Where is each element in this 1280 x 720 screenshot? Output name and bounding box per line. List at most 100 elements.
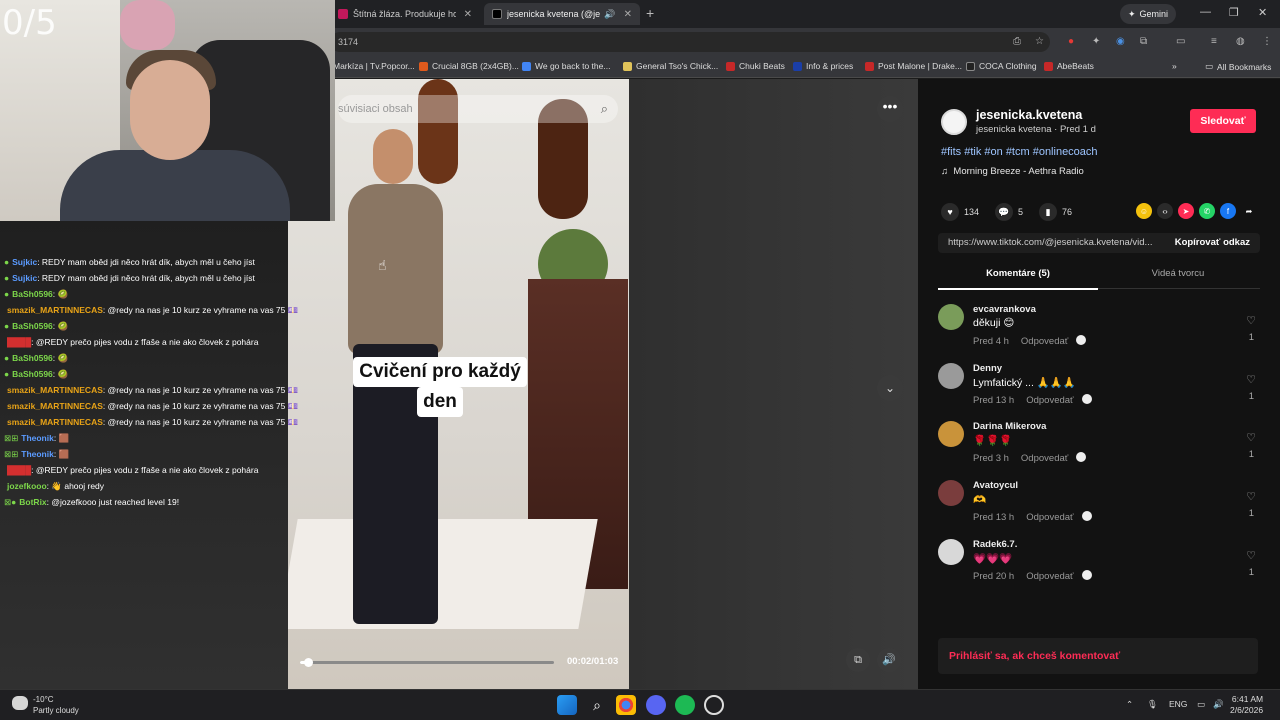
bookmark-item[interactable]: Chuki Beats (726, 61, 785, 71)
chrome-icon[interactable] (616, 695, 636, 715)
bookmark-item[interactable]: We go back to the... (522, 61, 610, 71)
restore-button[interactable]: ❐ (1229, 6, 1239, 19)
reply-button[interactable]: Odpovedať (1026, 571, 1073, 582)
start-windows-icon[interactable] (557, 695, 577, 715)
weather-widget[interactable]: -10°C Partly cloudy (12, 694, 79, 716)
copy-link-button[interactable]: Kopírovať odkaz (1175, 237, 1250, 248)
extensions-puzzle-icon[interactable]: ⧉ (1140, 36, 1147, 47)
commenter-name[interactable]: Avatoycul (973, 480, 1018, 491)
login-to-comment-button[interactable]: Prihlásiť sa, ak chceš komentovať (938, 638, 1258, 674)
reply-button[interactable]: Odpovedať (1021, 453, 1068, 464)
comment-like-icon[interactable]: ♡ (1246, 490, 1256, 503)
chat-username[interactable]: Sujkic (12, 273, 37, 283)
commenter-avatar[interactable] (938, 480, 964, 506)
bookmark-item[interactable]: Post Malone | Drake... (865, 61, 962, 71)
speaker-icon[interactable]: 🔊 (604, 9, 615, 20)
commenter-name[interactable]: Denny (973, 363, 1002, 374)
next-video-button[interactable]: ⌄ (877, 375, 903, 401)
gemini-button[interactable]: ✦ Gemini (1120, 4, 1177, 24)
chat-username[interactable]: BaSh0596 (12, 353, 53, 363)
whatsapp-icon[interactable]: ✆ (1199, 203, 1215, 219)
reply-button[interactable]: Odpovedať (1026, 395, 1073, 406)
microphone-icon[interactable]: 🎙 (1147, 699, 1158, 710)
floating-player-button[interactable]: ⧉ (846, 648, 870, 672)
video-progress-bar[interactable] (300, 658, 554, 667)
facebook-icon[interactable]: f (1220, 203, 1236, 219)
chat-username[interactable]: BaSh0596 (12, 321, 53, 331)
commenter-avatar[interactable] (938, 421, 964, 447)
creator-username[interactable]: jesenicka.kvetena (976, 108, 1082, 122)
spotify-icon[interactable] (675, 695, 695, 715)
menu-kebab-icon[interactable]: ⋮ (1262, 36, 1272, 47)
like-button[interactable]: ♥ 134 (941, 203, 979, 221)
comment-like-icon[interactable]: ♡ (1246, 549, 1256, 562)
progress-handle[interactable] (303, 658, 313, 667)
commenter-avatar[interactable] (938, 363, 964, 389)
bookmark-item[interactable]: Markíza | Tv.Popcor... (333, 61, 415, 71)
search-icon[interactable]: ⌕ (601, 101, 608, 117)
chat-username[interactable]: BaSh0596 (12, 369, 53, 379)
discord-icon[interactable] (646, 695, 666, 715)
chat-username[interactable]: Theonik (21, 449, 54, 459)
minimize-button[interactable]: — (1200, 6, 1211, 18)
chat-username[interactable]: Sujkic (12, 257, 37, 267)
chat-username[interactable]: BotRix (19, 497, 46, 507)
chat-username[interactable]: BaSh0596 (12, 289, 53, 299)
reply-button[interactable]: Odpovedať (1021, 336, 1068, 347)
extension-icon[interactable]: ● (1068, 36, 1074, 47)
commenter-avatar[interactable] (938, 539, 964, 565)
chat-username[interactable]: smazik_MARTINNECAS (7, 417, 103, 427)
star-bookmark-icon[interactable]: ☆ (1035, 36, 1044, 47)
tab-search-icon[interactable]: ≡ (1211, 36, 1217, 47)
close-tab-icon[interactable]: ✕ (624, 9, 632, 20)
extension-icon[interactable]: ◉ (1116, 36, 1125, 47)
follow-button[interactable]: Sledovať (1190, 109, 1256, 133)
chat-username[interactable]: Theonik (21, 433, 54, 443)
browser-tab-thyroid[interactable]: Štítná žláza. Produkuje horm ✕ (330, 3, 480, 25)
friends-share-icon[interactable]: ☺ (1136, 203, 1152, 219)
creator-avatar[interactable] (941, 109, 967, 135)
related-search-input[interactable]: súvisiaci obsah ⌕ (338, 95, 618, 123)
commenter-name[interactable]: Darina Mikerova (973, 421, 1046, 432)
sidebar-icon[interactable]: ▭ (1176, 36, 1185, 47)
reply-button[interactable]: Odpovedať (1026, 512, 1073, 523)
bookmark-item[interactable]: Info & prices (793, 61, 853, 71)
volume-button[interactable]: 🔊 (877, 648, 901, 672)
bookmarks-overflow-icon[interactable]: » (1172, 61, 1177, 71)
music-track[interactable]: ♫ Morning Breeze - Aethra Radio (941, 166, 1084, 177)
chat-username[interactable]: smazik_MARTINNECAS (7, 385, 103, 395)
new-tab-button[interactable]: + (646, 5, 654, 21)
tab-comments[interactable]: Komentáre (5) (938, 268, 1098, 290)
search-icon[interactable]: ⌕ (587, 695, 607, 715)
chat-username[interactable]: smazik_MARTINNECAS (7, 401, 103, 411)
send-icon[interactable]: ➤ (1178, 203, 1194, 219)
tab-creator-videos[interactable]: Videá tvorcu (1098, 268, 1258, 279)
hashtags[interactable]: #fits #tik #on #tcm #onlinecoach (941, 146, 1098, 158)
tray-overflow-icon[interactable]: ⌃ (1126, 699, 1133, 710)
close-tab-icon[interactable]: ✕ (464, 9, 472, 20)
comment-like-icon[interactable]: ♡ (1246, 314, 1256, 327)
save-button[interactable]: ▮ 76 (1039, 203, 1072, 221)
bookmark-item[interactable]: General Tso's Chick... (623, 61, 718, 71)
bookmark-item[interactable]: Crucial 8GB (2x4GB)... (419, 61, 519, 71)
comment-button[interactable]: 💬 5 (995, 203, 1023, 221)
install-app-icon[interactable]: ⎙ (1013, 36, 1021, 47)
all-bookmarks-button[interactable]: ▭ All Bookmarks (1205, 61, 1271, 72)
comment-like-icon[interactable]: ♡ (1246, 373, 1256, 386)
network-icon[interactable]: ▭ (1197, 699, 1205, 710)
commenter-name[interactable]: Radek6.7. (973, 539, 1017, 550)
chat-username[interactable]: smazik_MARTINNECAS (7, 305, 103, 315)
volume-icon[interactable]: 🔊 (1213, 699, 1224, 710)
close-window-button[interactable]: ✕ (1258, 6, 1267, 19)
bookmark-item[interactable]: AbeBeats (1044, 61, 1094, 71)
bookmark-item[interactable]: COCA Clothing (966, 61, 1037, 71)
obs-icon[interactable] (704, 695, 724, 715)
embed-icon[interactable]: ‹› (1157, 203, 1173, 219)
browser-tab-tiktok[interactable]: jesenicka kvetena (@jesenic 🔊 ✕ (484, 3, 640, 25)
chat-username[interactable]: ████ (7, 337, 31, 347)
chat-username[interactable]: jozefkooo (7, 481, 47, 491)
extension-icon[interactable]: ✦ (1092, 36, 1100, 47)
more-options-button[interactable]: ••• (877, 96, 903, 122)
input-language[interactable]: ENG (1169, 699, 1187, 709)
commenter-avatar[interactable] (938, 304, 964, 330)
